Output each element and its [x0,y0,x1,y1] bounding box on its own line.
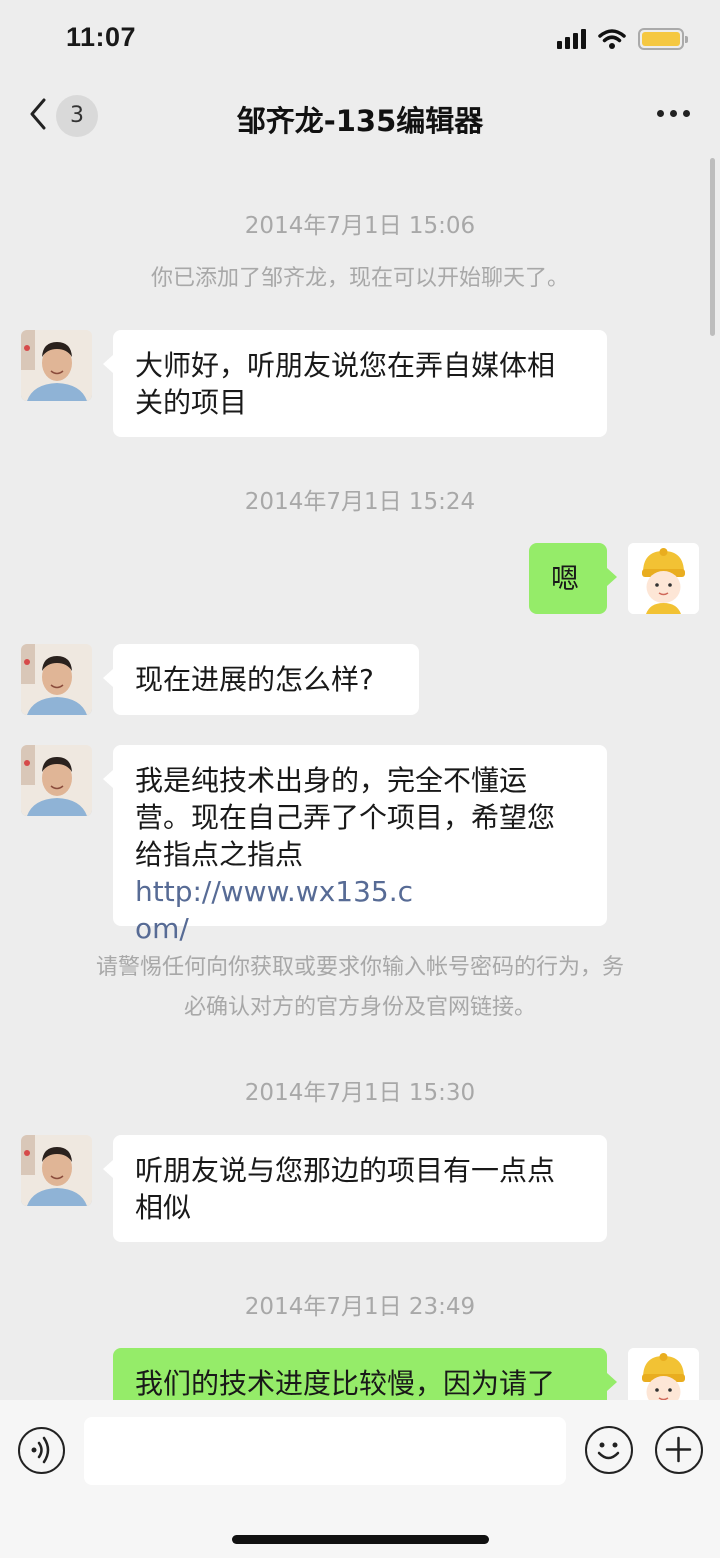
avatar[interactable] [21,330,92,401]
message-bubble-incoming[interactable]: 听朋友说与您那边的项目有一点点 相似 [103,1135,607,1242]
message-line: 关的项目 [135,386,248,419]
message-bubble-incoming[interactable]: 大师好，听朋友说您在弄自媒体相 关的项目 [103,330,607,437]
message-line: 我们的技术进度比较慢，因为请了 [135,1367,556,1400]
status-time: 11:07 [66,22,137,52]
contact-avatar-image [21,330,92,401]
timestamp: 2014年7月1日 15:24 [244,489,476,515]
message-line: 现在进展的怎么样? [135,663,374,696]
unread-badge[interactable]: 3 [56,95,98,137]
message-line: 大师好，听朋友说您在弄自媒体相 [135,349,556,382]
message-line: 嗯 [551,562,580,595]
avatar[interactable] [21,745,92,816]
emoji-icon[interactable] [585,1426,633,1474]
monk-cartoon-avatar-image [628,543,699,614]
message-line: 听朋友说与您那边的项目有一点点 [135,1154,556,1187]
chat-title: 邹齐龙-135编辑器 [236,104,484,138]
message-input[interactable] [84,1417,566,1485]
more-dots-icon[interactable] [657,110,690,117]
home-indicator[interactable] [232,1535,489,1544]
battery-icon [638,28,688,50]
plus-icon[interactable] [655,1426,703,1474]
system-message-added: 你已添加了邹齐龙，现在可以开始聊天了。 [150,266,569,291]
wifi-icon [598,29,626,49]
message-text: 给指点之指点 [135,838,304,871]
message-line: 给指点之指点 http://www.wx135.c [135,836,585,910]
status-icons [557,28,688,50]
avatar[interactable] [628,543,699,614]
message-bubble-outgoing[interactable]: 嗯 [529,543,617,614]
system-warning-line: 必确认对方的官方身份及官网链接。 [183,995,536,1020]
message-link[interactable]: http://www.wx135.c [135,875,413,908]
scrollbar[interactable] [710,158,715,336]
message-link[interactable]: om/ [135,910,585,947]
chevron-left-icon[interactable] [24,94,54,134]
status-bar: 11:07 [0,0,720,80]
message-bubble-incoming[interactable]: 我是纯技术出身的，完全不懂运 营。现在自己弄了个项目，希望您 给指点之指点 ht… [103,745,607,945]
contact-avatar-image [21,1135,92,1206]
timestamp: 2014年7月1日 15:30 [244,1080,476,1106]
voice-icon[interactable] [18,1427,65,1474]
timestamp: 2014年7月1日 15:06 [244,213,476,239]
message-line: 相似 [135,1191,192,1224]
timestamp: 2014年7月1日 23:49 [244,1294,476,1320]
contact-avatar-image [21,745,92,816]
avatar[interactable] [21,1135,92,1206]
contact-avatar-image [21,644,92,715]
avatar[interactable] [21,644,92,715]
message-line: 我是纯技术出身的，完全不懂运 [135,764,528,797]
system-warning-line: 请警惕任何向你获取或要求你输入帐号密码的行为，务 [95,955,624,980]
cellular-signal-icon [557,29,586,49]
message-line: 营。现在自己弄了个项目，希望您 [135,801,556,834]
message-bubble-incoming[interactable]: 现在进展的怎么样? [103,644,419,715]
